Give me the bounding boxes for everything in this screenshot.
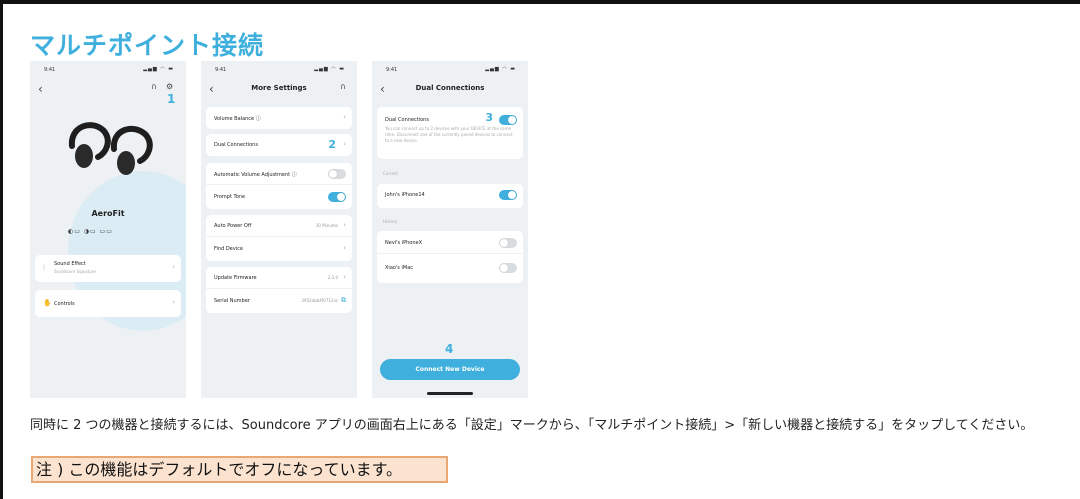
history-device-row: Nevi's iPhoneX: [377, 232, 523, 254]
gear-icon[interactable]: ⚙: [166, 82, 173, 91]
chevron-right-icon: ›: [343, 113, 346, 121]
chevron-right-icon: ›: [343, 273, 346, 281]
status-time: 9:41: [44, 67, 56, 73]
serial-number-value: 3952abb4f0712ac: [301, 298, 339, 303]
history-device-row: Xiao's iMac: [377, 257, 523, 279]
step-number-3: 3: [485, 111, 493, 124]
back-arrow-icon[interactable]: ‹: [38, 82, 43, 96]
prompt-tone-toggle[interactable]: [328, 192, 346, 202]
sound-effect-item[interactable]: ⫶ Sound Effect Soundcore Signature ›: [35, 255, 181, 282]
find-device-row[interactable]: Find Device ›: [206, 238, 352, 260]
step-number-4: 4: [445, 342, 454, 356]
earbuds-image: [68, 122, 153, 175]
volume-balance-label: Volume Balance ⓘ: [214, 116, 261, 122]
auto-power-off-value: 30 Minutes: [315, 223, 338, 228]
update-firmware-label: Update Firmware: [214, 275, 257, 281]
dual-connections-row[interactable]: Dual Connections 2 ›: [206, 134, 352, 156]
status-icons: ▂▄▆ ◠ ▬: [485, 66, 516, 72]
dual-connections-description: You can connect up to 2 devices with you…: [385, 126, 513, 143]
volume-balance-row[interactable]: Volume Balance ⓘ ›: [206, 107, 352, 129]
serial-number-label: Serial Number: [214, 298, 250, 304]
current-device-name: John's iPhone14: [385, 192, 425, 198]
instruction-text: 同時に 2 つの機器と接続するには、Soundcore アプリの画面右上にある「…: [30, 418, 1034, 433]
window-left-border: [0, 0, 3, 499]
dual-connections-card: Dual Connections 3 You can connect up to…: [377, 107, 523, 159]
history-device-toggle[interactable]: [499, 238, 517, 248]
battery-indicators: ◐▭ ◑▭ ▭▭: [68, 228, 113, 235]
dual-connections-label: Dual Connections: [385, 117, 429, 123]
controls-label: Controls: [54, 301, 75, 307]
note-box: 注 ) この機能はデフォルトでオフになっています。: [31, 456, 448, 483]
history-device-toggle[interactable]: [499, 263, 517, 273]
sound-effect-label: Sound Effect: [54, 261, 86, 267]
headphone-icon[interactable]: ∩: [151, 82, 157, 91]
settings-card-dual: Dual Connections 2 ›: [206, 134, 352, 156]
update-firmware-value: 2.3.0: [327, 275, 338, 280]
step-number-1: 1: [167, 92, 176, 106]
current-section-label: Current: [383, 171, 399, 176]
copy-icon[interactable]: ⧉: [341, 296, 346, 305]
page-title: マルチポイント接続: [30, 31, 265, 60]
dual-connections-toggle[interactable]: [499, 115, 517, 125]
equalizer-icon: ⫶: [43, 264, 45, 272]
status-bar: 9:41 ▂▄▆ ◠ ▬: [372, 61, 528, 79]
phone-screen-more-settings: 9:41 ▂▄▆ ◠ ▬ ‹ More Settings ∩ Volume Ba…: [201, 61, 357, 398]
settings-card-power: Auto Power Off 30 Minutes › Find Device …: [206, 215, 352, 261]
settings-card-audio: Automatic Volume Adjustment ⓘ Prompt Ton…: [206, 163, 352, 209]
settings-card-firmware: Update Firmware 2.3.0 › Serial Number 39…: [206, 267, 352, 313]
status-bar: 9:41 ▂▄▆ ◠ ▬: [30, 61, 186, 79]
status-bar: 9:41 ▂▄▆ ◠ ▬: [201, 61, 357, 79]
find-device-label: Find Device: [214, 246, 243, 252]
status-time: 9:41: [386, 67, 398, 73]
serial-number-row: Serial Number 3952abb4f0712ac ⧉: [206, 290, 352, 312]
phone-screen-device-home: 9:41 ▂▄▆ ◠ ▬ ‹ ∩ ⚙ 1 AeroFit ◐▭ ◑▭ ▭▭ ⫶ …: [30, 61, 186, 398]
headphone-icon[interactable]: ∩: [340, 82, 346, 91]
auto-power-off-row[interactable]: Auto Power Off 30 Minutes ›: [206, 215, 352, 237]
prompt-tone-label: Prompt Tone: [214, 194, 246, 200]
settings-card-volume: Volume Balance ⓘ ›: [206, 107, 352, 129]
connect-new-device-button[interactable]: Connect New Device: [380, 359, 520, 380]
status-icons: ▂▄▆ ◠ ▬: [314, 66, 345, 72]
hand-icon: ✋: [43, 299, 52, 307]
sound-effect-value: Soundcore Signature: [54, 269, 96, 274]
history-device-name: Nevi's iPhoneX: [385, 240, 423, 246]
dual-connections-label: Dual Connections: [214, 142, 258, 148]
history-card: Nevi's iPhoneX Xiao's iMac: [377, 231, 523, 283]
nav-title: More Settings: [251, 84, 307, 92]
step-number-2: 2: [328, 138, 336, 151]
history-section-label: History: [383, 219, 398, 224]
current-device-row: John's iPhone14: [377, 184, 523, 206]
nav-title: Dual Connections: [415, 84, 485, 92]
prompt-tone-row: Prompt Tone: [206, 186, 352, 208]
auto-volume-label: Automatic Volume Adjustment ⓘ: [214, 172, 297, 178]
status-icons: ▂▄▆ ◠ ▬: [143, 66, 174, 72]
history-device-name: Xiao's iMac: [385, 265, 414, 271]
auto-volume-row: Automatic Volume Adjustment ⓘ: [206, 163, 352, 185]
auto-volume-toggle[interactable]: [328, 169, 346, 179]
chevron-right-icon: ›: [172, 263, 175, 271]
current-device-card: John's iPhone14: [377, 184, 523, 208]
chevron-right-icon: ›: [343, 244, 346, 252]
status-time: 9:41: [215, 67, 227, 73]
chevron-right-icon: ›: [343, 221, 346, 229]
update-firmware-row[interactable]: Update Firmware 2.3.0 ›: [206, 267, 352, 289]
controls-item[interactable]: ✋ Controls ›: [35, 290, 181, 317]
window-top-border: [0, 0, 1080, 4]
auto-power-off-label: Auto Power Off: [214, 223, 252, 229]
current-device-toggle[interactable]: [499, 190, 517, 200]
phone-screen-dual-connections: 9:41 ▂▄▆ ◠ ▬ ‹ Dual Connections Dual Con…: [372, 61, 528, 398]
chevron-right-icon: ›: [172, 298, 175, 306]
home-indicator: [427, 392, 473, 395]
chevron-right-icon: ›: [343, 140, 346, 148]
device-name: AeroFit: [91, 209, 125, 218]
